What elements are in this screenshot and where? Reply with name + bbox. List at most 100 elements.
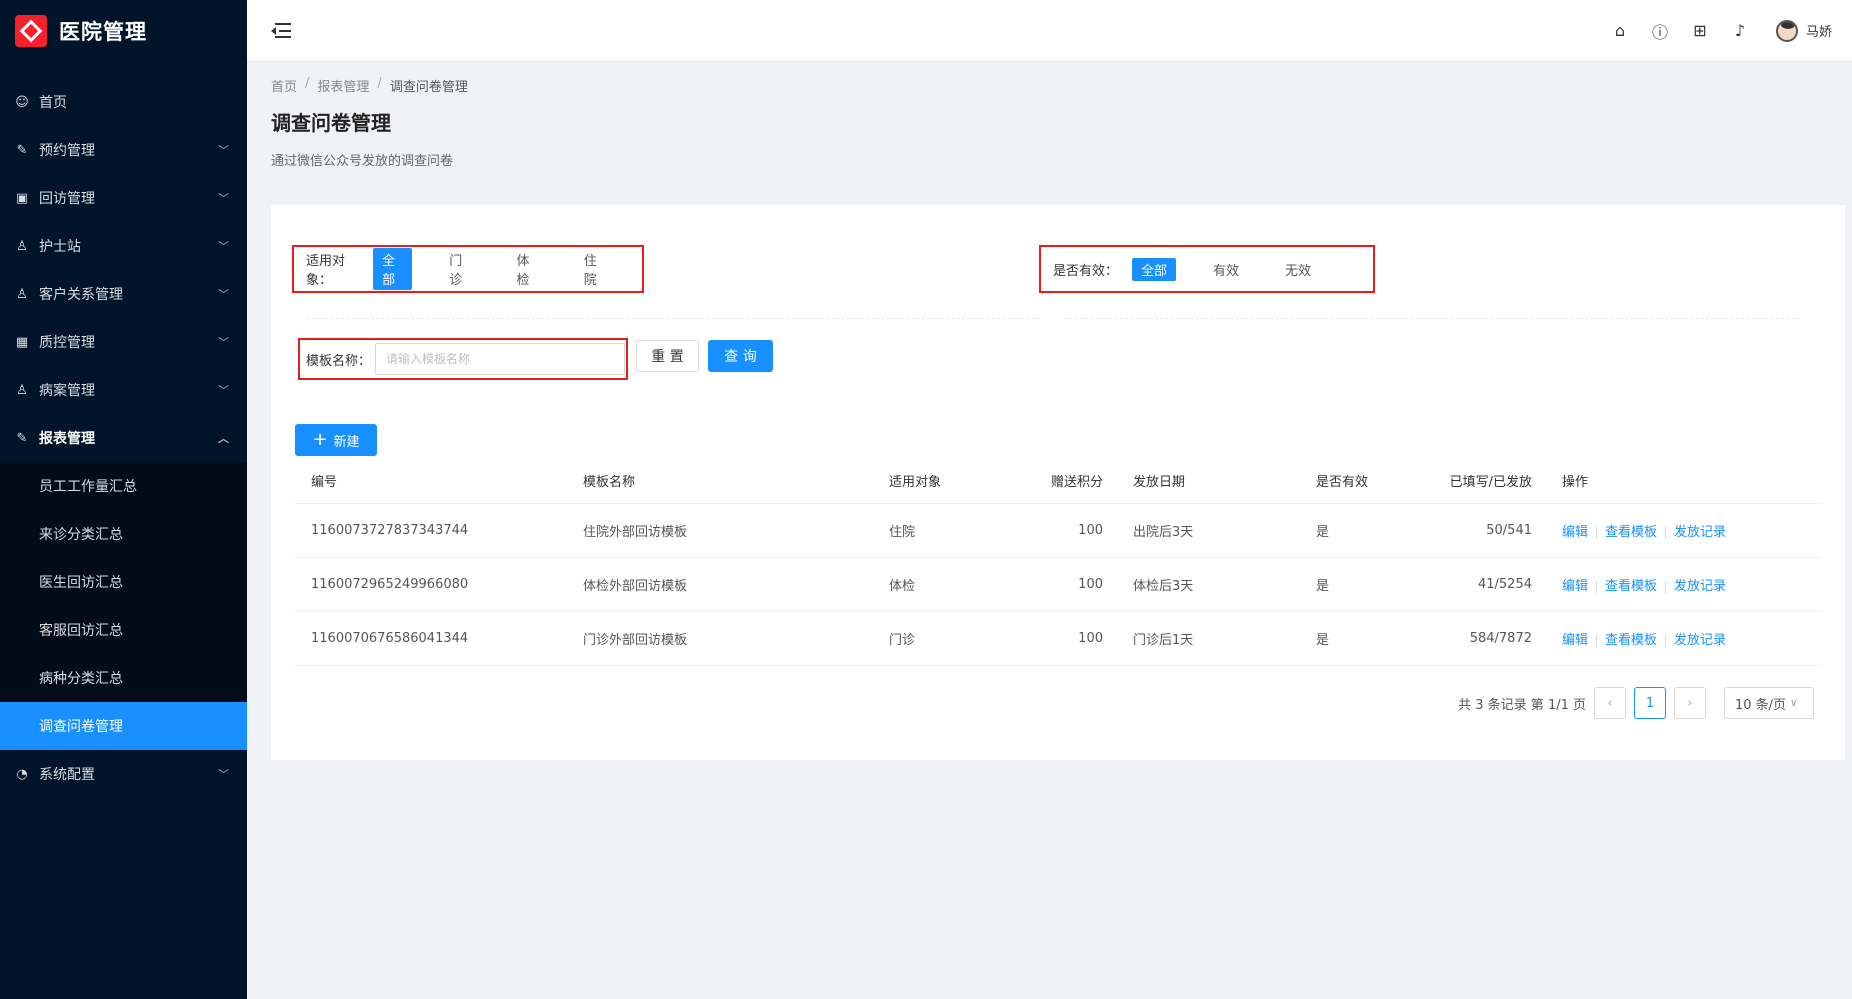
hospital-logo-icon — [15, 15, 47, 47]
reset-button[interactable]: 重 置 — [636, 340, 699, 372]
page-title: 调查问卷管理 — [271, 111, 391, 135]
pagination-summary: 共 3 条记录 第 1/1 页 — [1458, 697, 1586, 713]
chevron-down-icon: ﹀ — [218, 240, 229, 253]
chevron-down-icon: ﹀ — [218, 768, 229, 781]
cell-id: 1160070676586041344 — [311, 631, 469, 646]
target-option-checkup[interactable]: 体检 — [508, 248, 547, 290]
sidebar-item[interactable]: ♙ 护士站 ﹀ — [0, 222, 247, 270]
send-records-link[interactable]: 发放记录 — [1674, 579, 1726, 594]
submenu-item[interactable]: 病种分类汇总 — [0, 654, 247, 702]
submenu-item[interactable]: 调查问卷管理 — [0, 702, 247, 750]
view-template-link[interactable]: 查看模板 — [1605, 579, 1657, 594]
survey-table: 编号 模板名称 适用对象 赠送积分 发放日期 是否有效 已填写/已发放 操作 1… — [295, 458, 1822, 666]
user-icon: ♙ — [16, 286, 28, 302]
query-button[interactable]: 查 询 — [708, 340, 773, 372]
page-size-select[interactable]: 10 条/页 ∨ — [1724, 687, 1814, 719]
sidebar-item-label: 回访管理 — [39, 191, 95, 207]
valid-option-all[interactable]: 全部 — [1132, 257, 1177, 281]
sidebar-item[interactable]: ✎ 预约管理 ﹀ — [0, 126, 247, 174]
logo[interactable]: 医院管理 — [0, 0, 247, 62]
chevron-down-icon: ﹀ — [218, 192, 229, 205]
menu-collapse-icon[interactable] — [271, 22, 291, 39]
cell-target: 住院 — [889, 525, 916, 540]
chevron-down-icon: ﹀ — [218, 288, 229, 301]
page-number-button[interactable]: 1 — [1634, 687, 1666, 719]
col-actions: 操作 — [1562, 475, 1589, 490]
table-row: 1160072965249966080 体检外部回访模板 体检 100 体检后3天 是 41… — [295, 558, 1822, 612]
apps-grid-icon[interactable]: ⊞ — [1680, 21, 1720, 40]
header-actions: ⌂ ⓘ ⊞ ♪ 马娇 — [1600, 19, 1832, 43]
sidebar-item-label: 质控管理 — [39, 335, 95, 351]
cell-date: 出院后3天 — [1133, 525, 1194, 540]
page-heading: 首页 / 报表管理 / 调查问卷管理 调查问卷管理 通过微信公众号发放的调查问卷 — [271, 62, 468, 169]
col-id: 编号 — [311, 475, 338, 490]
cell-name: 住院外部回访模板 — [583, 525, 688, 540]
sidebar-item-label: 护士站 — [39, 239, 81, 255]
sidebar-item[interactable]: ▦ 质控管理 ﹀ — [0, 318, 247, 366]
cell-id: 1160073727837343744 — [311, 523, 469, 538]
plus-icon: + — [312, 429, 328, 450]
sidebar-item-label: 预约管理 — [39, 143, 95, 159]
help-icon[interactable]: ⓘ — [1640, 19, 1680, 43]
sidebar-item-label: 系统配置 — [39, 767, 95, 783]
prev-page-button[interactable]: ‹ — [1594, 687, 1626, 719]
cell-name: 体检外部回访模板 — [583, 579, 688, 594]
view-template-link[interactable]: 查看模板 — [1605, 633, 1657, 648]
sidebar-item-label: 病案管理 — [39, 383, 95, 399]
chevron-up-icon: ︿ — [218, 432, 229, 445]
template-name-input[interactable] — [375, 343, 626, 375]
cell-valid: 是 — [1316, 525, 1330, 540]
sidebar-item[interactable]: ☺ 首页 — [0, 78, 247, 126]
sidebar-item[interactable]: ✎ 报表管理 ︿ — [0, 414, 247, 462]
send-records-link[interactable]: 发放记录 — [1674, 525, 1726, 540]
breadcrumb-reports[interactable]: 报表管理 — [317, 76, 369, 95]
sidebar-item[interactable]: ◔ 系统配置 ﹀ — [0, 750, 247, 798]
target-option-inpatient[interactable]: 住院 — [575, 248, 614, 290]
cell-date: 体检后3天 — [1133, 579, 1194, 594]
col-name: 模板名称 — [583, 475, 636, 490]
page-description: 通过微信公众号发放的调查问卷 — [271, 154, 454, 169]
submenu-item[interactable]: 员工工作量汇总 — [0, 462, 247, 510]
avatar[interactable] — [1775, 19, 1798, 42]
edit-link[interactable]: 编辑 — [1562, 633, 1588, 648]
col-target: 适用对象 — [889, 475, 942, 490]
cell-valid: 是 — [1316, 579, 1330, 594]
target-option-all[interactable]: 全部 — [373, 248, 413, 290]
action-divider — [1596, 526, 1598, 539]
user-icon: ♙ — [16, 382, 28, 398]
view-template-link[interactable]: 查看模板 — [1605, 525, 1657, 540]
send-records-link[interactable]: 发放记录 — [1674, 633, 1726, 648]
submenu-item[interactable]: 医生回访汇总 — [0, 558, 247, 606]
username[interactable]: 马娇 — [1806, 21, 1832, 40]
sidebar-item[interactable]: ♙ 病案管理 ﹀ — [0, 366, 247, 414]
table-icon: ▦ — [15, 334, 29, 350]
target-option-outpatient[interactable]: 门诊 — [440, 248, 479, 290]
cell-id: 1160072965249966080 — [311, 577, 469, 592]
col-ratio: 已填写/已发放 — [1449, 475, 1532, 490]
edit-link[interactable]: 编辑 — [1562, 579, 1588, 594]
valid-option-valid[interactable]: 有效 — [1204, 258, 1248, 281]
next-page-button[interactable]: › — [1674, 687, 1706, 719]
template-name-filter: 模板名称： — [298, 338, 628, 380]
sidebar-item[interactable]: ▣ 回访管理 ﹀ — [0, 174, 247, 222]
user-icon: ♙ — [16, 238, 28, 254]
chevron-down-icon: ﹀ — [218, 384, 229, 397]
divider — [306, 318, 1040, 319]
cell-valid: 是 — [1316, 633, 1330, 648]
divider — [1065, 318, 1799, 319]
cell-ratio: 584/7872 — [1469, 631, 1532, 646]
edit-icon: ✎ — [16, 430, 28, 446]
report-submenu: 员工工作量汇总 来诊分类汇总 医生回访汇总 客服回访汇总 病种分类汇总 调查问卷管理 — [0, 462, 247, 750]
new-button[interactable]: + 新建 — [295, 424, 377, 456]
sidebar-item[interactable]: ♙ 客户关系管理 ﹀ — [0, 270, 247, 318]
submenu-item[interactable]: 来诊分类汇总 — [0, 510, 247, 558]
edit-link[interactable]: 编辑 — [1562, 525, 1588, 540]
valid-option-invalid[interactable]: 无效 — [1276, 258, 1320, 281]
action-divider — [1665, 634, 1667, 647]
bell-icon[interactable]: ♪ — [1720, 21, 1760, 40]
chevron-down-icon: ﹀ — [218, 144, 229, 157]
chevron-down-icon: ∨ — [1790, 697, 1798, 709]
submenu-item[interactable]: 客服回访汇总 — [0, 606, 247, 654]
breadcrumb-home[interactable]: 首页 — [271, 76, 297, 95]
home-icon[interactable]: ⌂ — [1600, 21, 1640, 40]
